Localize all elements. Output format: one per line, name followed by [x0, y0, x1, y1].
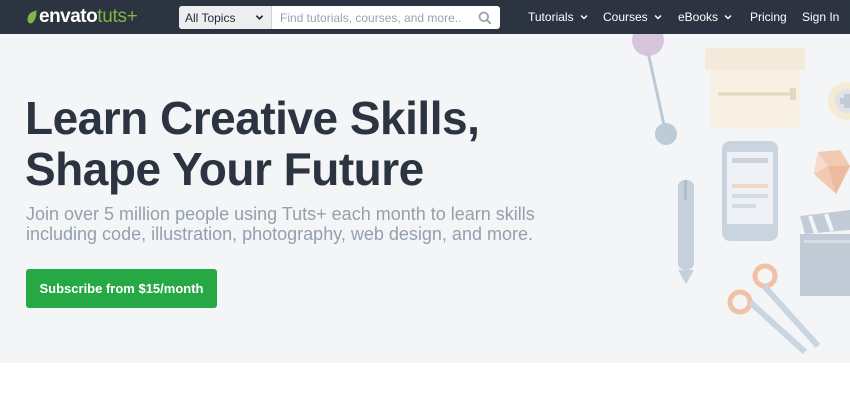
hero-subline-line-1: Join over 5 million people using Tuts+ e… — [26, 204, 535, 224]
nav-ebooks[interactable]: eBooks — [678, 10, 732, 24]
top-navigation-bar: envato tuts+ All Topics Tutorials Course… — [0, 0, 850, 34]
logo-envato-text: envato — [39, 6, 98, 27]
hero-subline: Join over 5 million people using Tuts+ e… — [26, 204, 586, 244]
gem-icon — [814, 150, 850, 194]
topic-dropdown[interactable]: All Topics — [179, 6, 272, 29]
search-bar: All Topics — [179, 6, 500, 29]
phone-icon — [722, 141, 778, 241]
nav-pricing[interactable]: Pricing — [750, 10, 787, 24]
chevron-down-icon — [654, 15, 662, 20]
hero-headline-line-2: Shape Your Future — [25, 143, 424, 195]
logo-tuts-text: tuts+ — [97, 6, 138, 27]
search-button[interactable] — [470, 6, 500, 29]
pen-icon — [678, 180, 694, 284]
search-icon — [478, 11, 492, 25]
envato-tuts-logo[interactable]: envato tuts+ — [26, 6, 138, 28]
plus-badge-icon — [828, 82, 850, 120]
nav-ebooks-label: eBooks — [678, 10, 719, 24]
hero-headline: Learn Creative Skills, Shape Your Future — [25, 93, 585, 195]
nav-sign-in[interactable]: Sign In — [802, 10, 839, 24]
hero-illustration — [632, 34, 850, 355]
nav-courses[interactable]: Courses — [603, 10, 662, 24]
chevron-down-icon — [255, 15, 264, 20]
nav-tutorials[interactable]: Tutorials — [528, 10, 588, 24]
hero-section: Learn Creative Skills, Shape Your Future… — [0, 34, 850, 363]
box-icon — [705, 48, 805, 128]
nav-courses-label: Courses — [603, 10, 648, 24]
nav-sign-in-label: Sign In — [802, 10, 840, 24]
subscribe-button[interactable]: Subscribe from $15/month — [26, 269, 217, 308]
nav-pricing-label: Pricing — [750, 10, 787, 24]
hero-subline-line-2: including code, illustration, photograph… — [26, 224, 533, 244]
search-input[interactable] — [272, 6, 470, 29]
leaf-logo-icon — [27, 10, 37, 24]
nav-tutorials-label: Tutorials — [528, 10, 574, 24]
topic-dropdown-value: All Topics — [185, 10, 236, 25]
pushpin-icon — [632, 34, 677, 145]
chevron-down-icon — [724, 15, 732, 20]
chevron-down-icon — [580, 15, 588, 20]
clapperboard-icon — [800, 210, 850, 296]
hero-headline-line-1: Learn Creative Skills, — [25, 92, 480, 144]
